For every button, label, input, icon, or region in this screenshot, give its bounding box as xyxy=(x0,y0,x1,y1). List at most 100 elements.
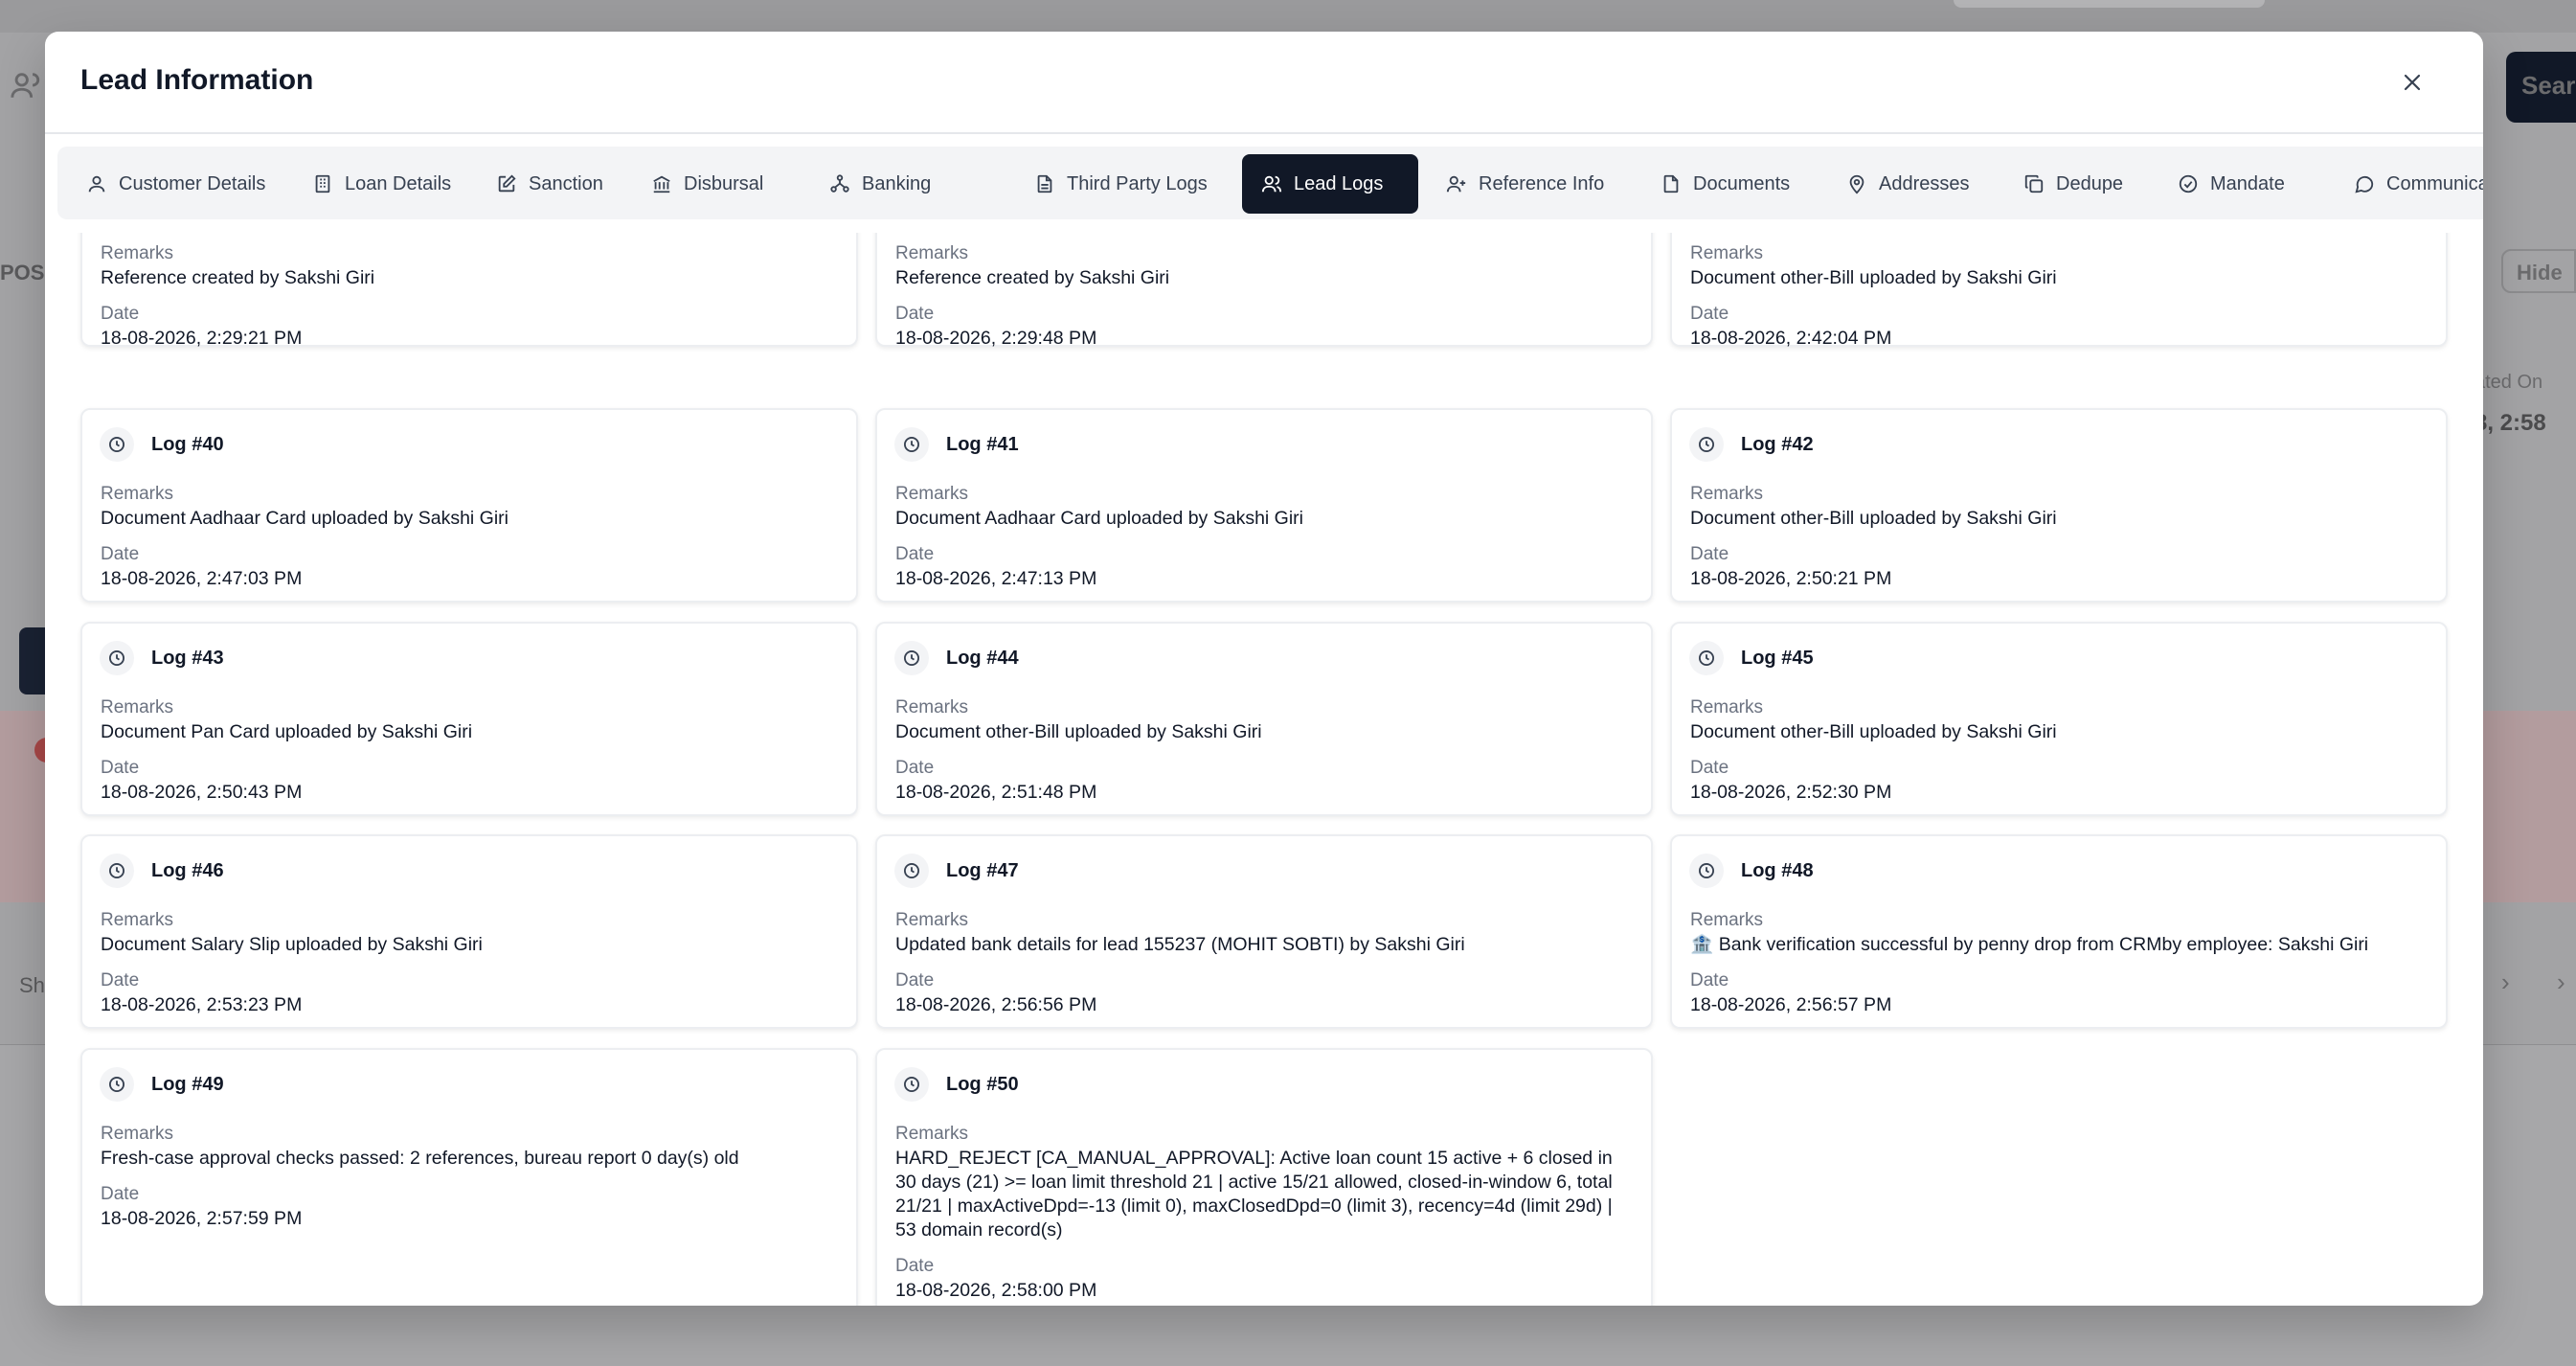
log-title: Log #45 xyxy=(1741,647,1814,669)
log-card-partial: Remarks Document other-Bill uploaded by … xyxy=(1670,233,2448,349)
date-label: Date xyxy=(1690,758,1729,778)
tab-customer-details[interactable]: Customer Details xyxy=(67,154,284,214)
log-card-header: Log #50 xyxy=(894,1067,1019,1102)
remarks-value: Document Aadhaar Card uploaded by Sakshi… xyxy=(101,508,508,529)
log-title: Log #44 xyxy=(946,647,1019,669)
remarks-label: Remarks xyxy=(101,910,174,930)
log-card: Log #42 Remarks Document other-Bill uplo… xyxy=(1670,408,2448,603)
user-icon xyxy=(86,173,107,194)
tab-label: Reference Info xyxy=(1479,172,1605,194)
remarks-label: Remarks xyxy=(895,1124,969,1144)
date-value: 18-08-2026, 2:50:21 PM xyxy=(1690,568,1892,589)
bank-icon xyxy=(651,173,672,194)
tab-third-party-logs[interactable]: Third Party Logs xyxy=(1015,154,1227,214)
tab-addresses[interactable]: Addresses xyxy=(1827,154,1989,214)
date-label: Date xyxy=(895,304,935,324)
date-label: Date xyxy=(895,544,935,564)
log-card-header: Log #44 xyxy=(894,641,1019,675)
log-card: Log #46 Remarks Document Salary Slip upl… xyxy=(80,834,858,1029)
background-footer-text: Sh xyxy=(19,973,45,997)
remarks-value: Document other-Bill uploaded by Sakshi G… xyxy=(1690,508,2057,529)
log-title: Log #47 xyxy=(946,859,1019,881)
log-title: Log #43 xyxy=(151,647,224,669)
clock-icon xyxy=(100,1067,134,1102)
background-column-label: ated On xyxy=(2474,372,2543,393)
date-label: Date xyxy=(895,758,935,778)
log-title: Log #41 xyxy=(946,433,1019,455)
tab-label: Third Party Logs xyxy=(1067,172,1208,194)
building-icon xyxy=(312,173,333,194)
tab-banking[interactable]: Banking xyxy=(810,154,950,214)
date-label: Date xyxy=(101,544,140,564)
file-text-icon xyxy=(1034,173,1055,194)
tab-bar: Customer Details Loan Details Sanction D… xyxy=(57,147,2483,219)
remarks-label: Remarks xyxy=(1690,243,1764,263)
check-circle-icon xyxy=(2178,173,2199,194)
tab-label: Disbursal xyxy=(684,172,764,194)
date-value: 18-08-2026, 2:57:59 PM xyxy=(101,1208,303,1229)
log-card: Log #43 Remarks Document Pan Card upload… xyxy=(80,622,858,816)
tab-label: Addresses xyxy=(1879,172,1970,194)
log-card-header: Log #40 xyxy=(100,427,224,462)
tab-communication[interactable]: Communicati xyxy=(2335,154,2483,214)
remarks-value: Document Aadhaar Card uploaded by Sakshi… xyxy=(895,508,1303,529)
date-value: 18-08-2026, 2:53:23 PM xyxy=(101,994,303,1015)
date-label: Date xyxy=(101,970,140,990)
tab-dedupe[interactable]: Dedupe xyxy=(2004,154,2142,214)
background-left-block xyxy=(19,627,45,694)
remarks-value: Document Pan Card uploaded by Sakshi Gir… xyxy=(101,721,473,742)
remarks-value: 🏦 Bank verification successful by penny … xyxy=(1690,934,2369,955)
log-card-header: Log #46 xyxy=(100,854,224,888)
date-value: 18-08-2026, 2:29:21 PM xyxy=(101,328,303,349)
log-title: Log #40 xyxy=(151,433,224,455)
log-card-header: Log #45 xyxy=(1689,641,1814,675)
lead-logs-panel[interactable]: Remarks Reference created by Sakshi Giri… xyxy=(45,233,2483,1306)
background-search-button: Sear xyxy=(2506,52,2576,123)
close-button[interactable] xyxy=(2396,66,2429,99)
log-card: Log #48 Remarks 🏦 Bank verification succ… xyxy=(1670,834,2448,1029)
modal-header: Lead Information xyxy=(45,32,2483,134)
log-card: Log #45 Remarks Document other-Bill uplo… xyxy=(1670,622,2448,816)
network-icon xyxy=(829,173,850,194)
tab-lead-logs[interactable]: Lead Logs xyxy=(1242,154,1418,214)
log-card-partial: Remarks Reference created by Sakshi Giri… xyxy=(80,233,858,349)
date-value: 18-08-2026, 2:52:30 PM xyxy=(1690,782,1892,803)
date-label: Date xyxy=(895,1256,935,1276)
remarks-value: Reference created by Sakshi Giri xyxy=(101,267,375,288)
remarks-label: Remarks xyxy=(101,484,174,504)
tab-mandate[interactable]: Mandate xyxy=(2158,154,2304,214)
remarks-value: Document other-Bill uploaded by Sakshi G… xyxy=(1690,267,2057,288)
log-card-header: Log #41 xyxy=(894,427,1019,462)
clock-icon xyxy=(1689,854,1724,888)
background-user-icon xyxy=(10,69,42,110)
date-value: 18-08-2026, 2:56:56 PM xyxy=(895,994,1097,1015)
remarks-value: Document other-Bill uploaded by Sakshi G… xyxy=(895,721,1262,742)
clock-icon xyxy=(1689,641,1724,675)
background-pos-text: POS xyxy=(0,261,45,285)
tab-sanction[interactable]: Sanction xyxy=(477,154,622,214)
remarks-value: Document Salary Slip uploaded by Sakshi … xyxy=(101,934,483,955)
log-card-header: Log #42 xyxy=(1689,427,1814,462)
date-value: 18-08-2026, 2:29:48 PM xyxy=(895,328,1097,349)
remarks-label: Remarks xyxy=(1690,484,1764,504)
tab-reference-info[interactable]: Reference Info xyxy=(1427,154,1623,214)
remarks-value: HARD_REJECT [CA_MANUAL_APPROVAL]: Active… xyxy=(895,1148,1613,1241)
remarks-label: Remarks xyxy=(101,1124,174,1144)
remarks-label: Remarks xyxy=(101,697,174,717)
tab-documents[interactable]: Documents xyxy=(1641,154,1809,214)
tab-label: Customer Details xyxy=(119,172,266,194)
file-icon xyxy=(1661,173,1682,194)
remarks-label: Remarks xyxy=(895,484,969,504)
log-title: Log #42 xyxy=(1741,433,1814,455)
date-label: Date xyxy=(1690,544,1729,564)
remarks-label: Remarks xyxy=(895,243,969,263)
tab-label: Mandate xyxy=(2210,172,2285,194)
clock-icon xyxy=(894,1067,929,1102)
log-card-header: Log #47 xyxy=(894,854,1019,888)
tab-disbursal[interactable]: Disbursal xyxy=(632,154,782,214)
remarks-value: Updated bank details for lead 155237 (MO… xyxy=(895,934,1465,955)
log-title: Log #48 xyxy=(1741,859,1814,881)
tab-loan-details[interactable]: Loan Details xyxy=(293,154,470,214)
log-card-partial: Remarks Reference created by Sakshi Giri… xyxy=(875,233,1653,349)
user-plus-icon xyxy=(1446,173,1467,194)
